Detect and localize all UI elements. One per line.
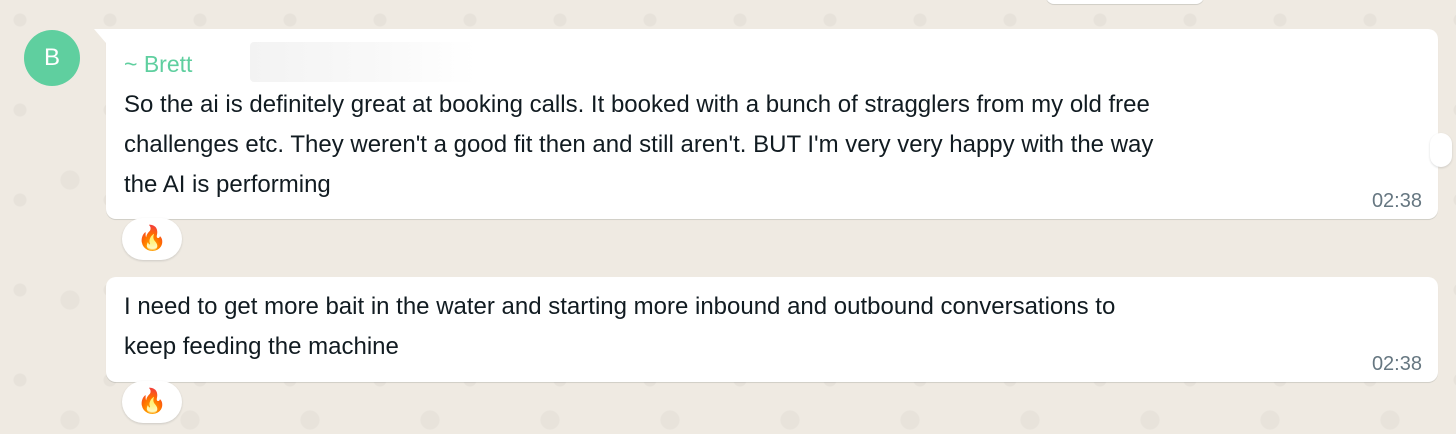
message-timestamp: 02:38	[1371, 353, 1422, 375]
previous-message-edge	[1046, 0, 1204, 4]
reaction-badge[interactable]: 🔥	[122, 381, 182, 423]
message-text: So the ai is definitely great at booking…	[124, 91, 1154, 198]
sender-name[interactable]: ~ Brett	[124, 51, 192, 77]
forward-button[interactable]	[1430, 133, 1452, 167]
redacted-phone-number	[250, 42, 476, 82]
message-bubble[interactable]: ~ Brett So the ai is definitely great at…	[94, 29, 1452, 219]
avatar[interactable]: B	[24, 30, 80, 86]
message-bubble[interactable]: I need to get more bait in the water and…	[106, 277, 1438, 382]
message-timestamp: 02:38	[1371, 190, 1422, 212]
message-text: I need to get more bait in the water and…	[124, 293, 1116, 360]
fire-emoji-icon: 🔥	[137, 225, 167, 252]
fire-emoji-icon: 🔥	[137, 388, 167, 415]
reaction-badge[interactable]: 🔥	[122, 218, 182, 260]
bubble-tail	[94, 29, 106, 43]
